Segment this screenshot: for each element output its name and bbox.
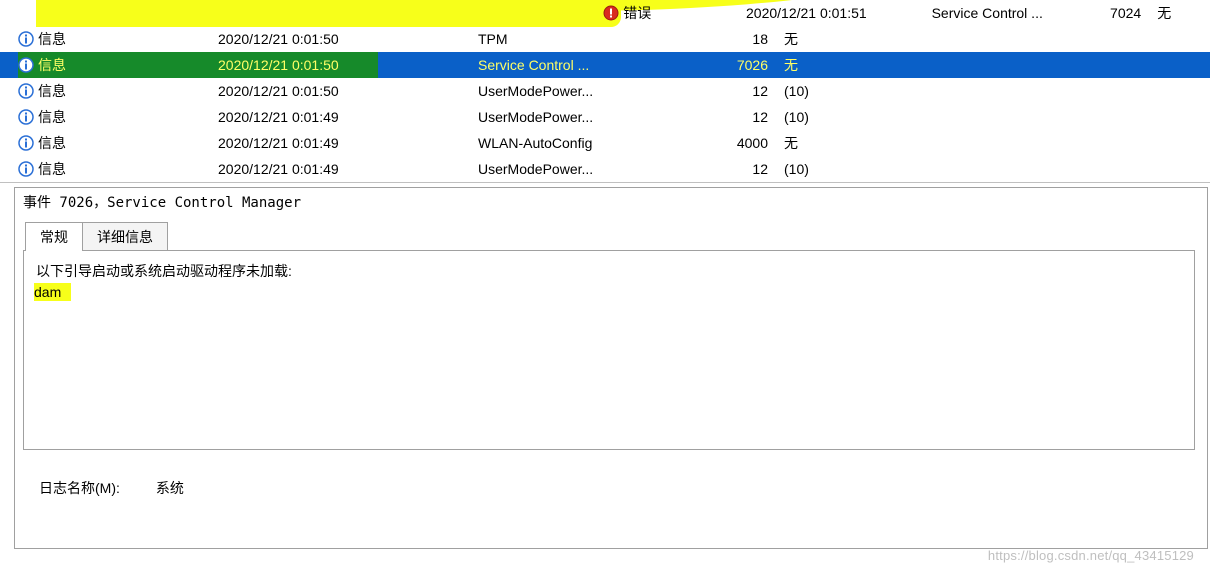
cell-event-id: 7024: [1110, 5, 1151, 21]
info-icon: [18, 109, 34, 125]
cell-event-id: 7026: [728, 57, 778, 73]
cell-level-text: 信息: [38, 107, 66, 127]
info-icon: [18, 31, 34, 47]
cell-level-text: 错误: [623, 3, 651, 23]
cell-date: 2020/12/21 0:01:49: [218, 135, 478, 151]
info-icon: [18, 161, 34, 177]
cell-date: 2020/12/21 0:01:50: [218, 31, 478, 47]
event-row[interactable]: 信息 2020/12/21 0:01:50Service Control ...7…: [0, 52, 1210, 78]
highlight-marker: [36, 0, 621, 27]
cell-source: UserModePower...: [478, 161, 728, 177]
cell-category: 无: [778, 29, 858, 49]
cell-event-id: 12: [728, 161, 778, 177]
error-icon: [603, 5, 619, 21]
cell-date: 2020/12/21 0:01:50: [218, 57, 478, 73]
cell-category: 无: [1151, 3, 1210, 23]
cell-category: (10): [778, 83, 858, 99]
cell-category: 无: [778, 55, 858, 75]
event-row[interactable]: 信息 2020/12/21 0:01:50TPM18无: [0, 26, 1210, 52]
cell-level-text: 信息: [38, 29, 66, 49]
cell-level: 信息: [18, 159, 218, 179]
tab-general[interactable]: 常规: [25, 222, 83, 251]
cell-level: 错误: [603, 3, 746, 23]
event-message-line2: dam: [34, 283, 71, 301]
cell-date: 2020/12/21 0:01:51: [746, 5, 932, 21]
cell-event-id: 12: [728, 109, 778, 125]
cell-level: 信息: [18, 133, 218, 153]
cell-level-text: 信息: [38, 55, 66, 75]
cell-source: Service Control ...: [478, 57, 728, 73]
cell-event-id: 4000: [728, 135, 778, 151]
tab-general-body: 以下引导启动或系统启动驱动程序未加载: dam: [23, 250, 1195, 450]
log-name-value: 系统: [156, 478, 184, 498]
event-row[interactable]: 信息 2020/12/21 0:01:49UserModePower...12(1…: [0, 156, 1210, 182]
event-row[interactable]: 错误 2020/12/21 0:01:51Service Control ...7…: [0, 0, 1210, 26]
cell-level: 信息: [18, 81, 218, 101]
cell-date: 2020/12/21 0:01:50: [218, 83, 478, 99]
cell-event-id: 18: [728, 31, 778, 47]
event-details-title: 事件 7026，Service Control Manager: [15, 188, 1207, 216]
info-icon: [18, 135, 34, 151]
event-row[interactable]: 信息 2020/12/21 0:01:49WLAN-AutoConfig4000无: [0, 130, 1210, 156]
cell-level-text: 信息: [38, 159, 66, 179]
cell-date: 2020/12/21 0:01:49: [218, 109, 478, 125]
event-row[interactable]: 信息 2020/12/21 0:01:50UserModePower...12(1…: [0, 78, 1210, 104]
event-list[interactable]: 错误2020/12/21 0:01:51Service Control ...7…: [0, 0, 1210, 183]
cell-source: TPM: [478, 31, 728, 47]
cell-source: WLAN-AutoConfig: [478, 135, 728, 151]
event-details-panel: 事件 7026，Service Control Manager 常规 详细信息 …: [14, 187, 1208, 549]
cell-level: 信息: [18, 29, 218, 49]
log-name-row: 日志名称(M): 系统: [39, 478, 1207, 498]
watermark-text: https://blog.csdn.net/qq_43415129: [988, 548, 1194, 563]
info-icon: [18, 83, 34, 99]
cell-level: 信息: [18, 107, 218, 127]
tab-details[interactable]: 详细信息: [82, 222, 168, 251]
cell-category: 无: [778, 133, 858, 153]
cell-category: (10): [778, 161, 858, 177]
cell-source: UserModePower...: [478, 83, 728, 99]
cell-category: (10): [778, 109, 858, 125]
info-icon: [18, 57, 34, 73]
cell-source: Service Control ...: [932, 5, 1110, 21]
event-message-line1: 以下引导启动或系统启动驱动程序未加载:: [36, 261, 1182, 281]
event-row[interactable]: 信息 2020/12/21 0:01:49UserModePower...12(1…: [0, 104, 1210, 130]
log-name-label: 日志名称(M):: [39, 478, 120, 498]
cell-source: UserModePower...: [478, 109, 728, 125]
details-tabs: 常规 详细信息: [21, 222, 1207, 251]
cell-level-text: 信息: [38, 81, 66, 101]
cell-level: 信息: [18, 55, 218, 75]
cell-event-id: 12: [728, 83, 778, 99]
cell-level-text: 信息: [38, 133, 66, 153]
cell-date: 2020/12/21 0:01:49: [218, 161, 478, 177]
